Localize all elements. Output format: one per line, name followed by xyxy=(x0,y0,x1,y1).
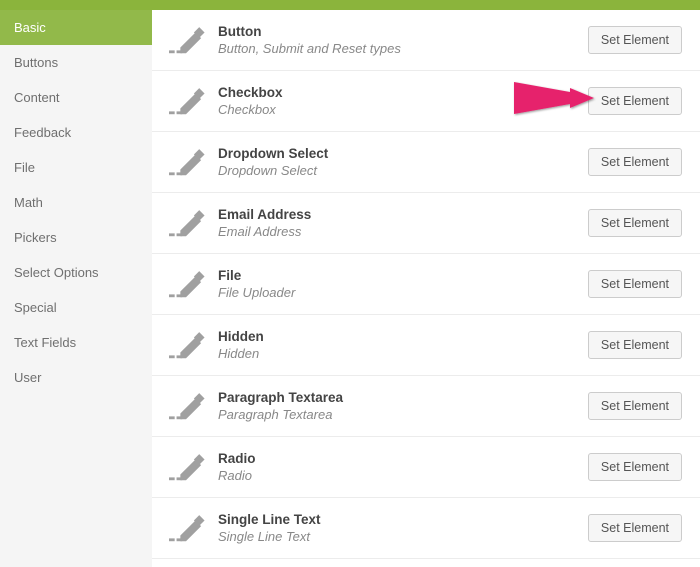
element-desc: Radio xyxy=(218,468,588,483)
element-desc: Checkbox xyxy=(218,102,588,117)
element-title: Radio xyxy=(218,451,588,466)
element-row-single-line-text: Single Line Text Single Line Text Set El… xyxy=(152,498,700,559)
element-row-email-address: Email Address Email Address Set Element xyxy=(152,193,700,254)
element-row-button: Button Button, Submit and Reset types Se… xyxy=(152,10,700,71)
sidebar-item-label: Basic xyxy=(14,20,46,35)
sidebar-item-label: Text Fields xyxy=(14,335,76,350)
pencil-icon xyxy=(162,450,210,484)
set-element-button[interactable]: Set Element xyxy=(588,331,682,359)
pencil-icon xyxy=(162,84,210,118)
sidebar: Basic Buttons Content Feedback File Math… xyxy=(0,10,152,567)
element-row-paragraph-textarea: Paragraph Textarea Paragraph Textarea Se… xyxy=(152,376,700,437)
element-row-checkbox: Checkbox Checkbox Set Element xyxy=(152,71,700,132)
sidebar-item-label: User xyxy=(14,370,41,385)
set-element-button[interactable]: Set Element xyxy=(588,148,682,176)
pencil-icon xyxy=(162,511,210,545)
set-element-button[interactable]: Set Element xyxy=(588,270,682,298)
sidebar-item-text-fields[interactable]: Text Fields xyxy=(0,325,152,360)
element-desc: File Uploader xyxy=(218,285,588,300)
element-desc: Single Line Text xyxy=(218,529,588,544)
set-element-button[interactable]: Set Element xyxy=(588,209,682,237)
element-row-dropdown-select: Dropdown Select Dropdown Select Set Elem… xyxy=(152,132,700,193)
element-desc: Email Address xyxy=(218,224,588,239)
sidebar-item-label: Content xyxy=(14,90,60,105)
sidebar-item-buttons[interactable]: Buttons xyxy=(0,45,152,80)
sidebar-item-label: Special xyxy=(14,300,57,315)
element-row-radio: Radio Radio Set Element xyxy=(152,437,700,498)
set-element-button[interactable]: Set Element xyxy=(588,514,682,542)
sidebar-item-file[interactable]: File xyxy=(0,150,152,185)
sidebar-item-math[interactable]: Math xyxy=(0,185,152,220)
element-row-hidden: Hidden Hidden Set Element xyxy=(152,315,700,376)
sidebar-item-label: Buttons xyxy=(14,55,58,70)
sidebar-item-label: Pickers xyxy=(14,230,57,245)
set-element-button[interactable]: Set Element xyxy=(588,453,682,481)
sidebar-item-label: File xyxy=(14,160,35,175)
pencil-icon xyxy=(162,267,210,301)
pencil-icon xyxy=(162,389,210,423)
sidebar-item-pickers[interactable]: Pickers xyxy=(0,220,152,255)
sidebar-item-feedback[interactable]: Feedback xyxy=(0,115,152,150)
sidebar-item-select-options[interactable]: Select Options xyxy=(0,255,152,290)
element-title: Button xyxy=(218,24,588,39)
sidebar-item-label: Math xyxy=(14,195,43,210)
element-desc: Button, Submit and Reset types xyxy=(218,41,588,56)
element-desc: Hidden xyxy=(218,346,588,361)
element-desc: Paragraph Textarea xyxy=(218,407,588,422)
sidebar-item-special[interactable]: Special xyxy=(0,290,152,325)
pencil-icon xyxy=(162,328,210,362)
element-title: Single Line Text xyxy=(218,512,588,527)
sidebar-item-label: Select Options xyxy=(14,265,99,280)
sidebar-item-basic[interactable]: Basic xyxy=(0,10,152,45)
element-title: Checkbox xyxy=(218,85,588,100)
element-title: Email Address xyxy=(218,207,588,222)
sidebar-item-user[interactable]: User xyxy=(0,360,152,395)
element-list: Button Button, Submit and Reset types Se… xyxy=(152,10,700,567)
element-title: Paragraph Textarea xyxy=(218,390,588,405)
element-title: File xyxy=(218,268,588,283)
element-title: Hidden xyxy=(218,329,588,344)
layout: Basic Buttons Content Feedback File Math… xyxy=(0,10,700,567)
sidebar-item-label: Feedback xyxy=(14,125,71,140)
pencil-icon xyxy=(162,145,210,179)
set-element-button[interactable]: Set Element xyxy=(588,87,682,115)
set-element-button[interactable]: Set Element xyxy=(588,392,682,420)
element-desc: Dropdown Select xyxy=(218,163,588,178)
element-row-file: File File Uploader Set Element xyxy=(152,254,700,315)
pencil-icon xyxy=(162,23,210,57)
set-element-button[interactable]: Set Element xyxy=(588,26,682,54)
element-title: Dropdown Select xyxy=(218,146,588,161)
pencil-icon xyxy=(162,206,210,240)
top-accent-bar xyxy=(0,0,700,10)
sidebar-item-content[interactable]: Content xyxy=(0,80,152,115)
